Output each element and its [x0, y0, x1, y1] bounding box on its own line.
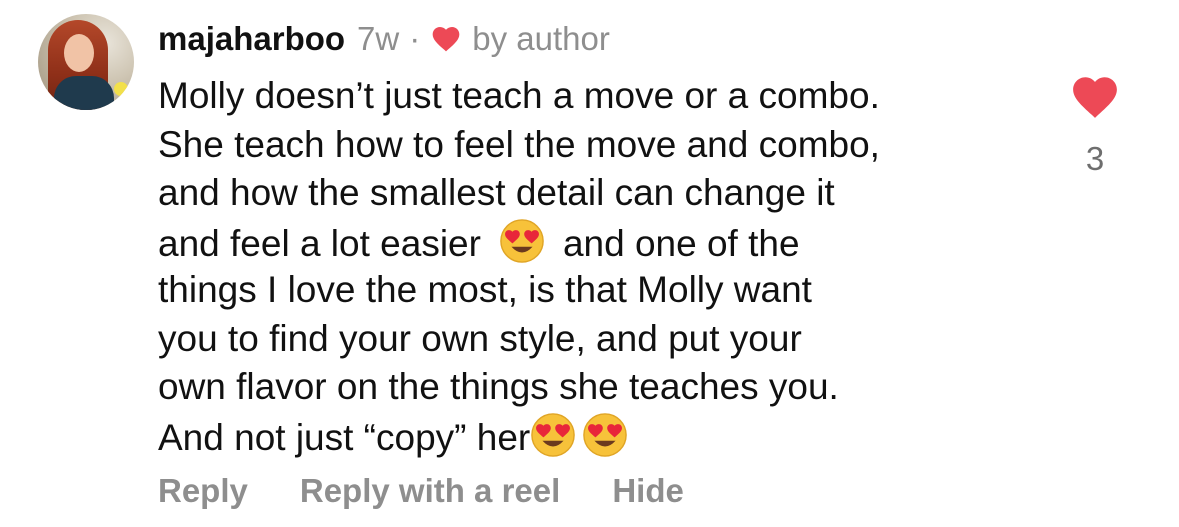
hide-button[interactable]: Hide	[612, 472, 684, 510]
heart-eyes-emoji-icon	[531, 412, 576, 457]
comment-line: things I love the most, is that Molly wa…	[158, 269, 812, 310]
like-heart-icon[interactable]	[1070, 74, 1120, 120]
red-heart-icon	[432, 27, 460, 52]
comment-line: And not just “copy” her	[158, 412, 1038, 461]
comment-line-segment: And not just “copy” her	[158, 416, 531, 458]
comment: majaharboo 7w · by author Molly doesn’t …	[0, 0, 1179, 527]
comment-line: own flavor on the things she teaches you…	[158, 366, 839, 407]
username[interactable]: majaharboo	[158, 20, 345, 58]
comment-text: Molly doesn’t just teach a move or a com…	[158, 72, 1038, 460]
comment-line: and how the smallest detail can change i…	[158, 172, 835, 213]
avatar-shirt	[54, 76, 114, 110]
avatar-flower	[114, 82, 128, 96]
like-count: 3	[1085, 140, 1105, 177]
comment-line-segment: and feel a lot easier	[158, 222, 481, 264]
avatar-face	[64, 34, 94, 72]
timestamp: 7w	[357, 20, 400, 57]
comment-header: majaharboo 7w · by author	[158, 16, 610, 62]
comment-line: and feel a lot easier and one of the	[158, 218, 1038, 267]
comment-line-segment: and one of the	[562, 222, 800, 264]
heart-eyes-emoji-icon	[583, 412, 628, 457]
liked-by-author-label: by author	[472, 20, 610, 57]
separator-dot: ·	[409, 20, 421, 57]
comment-line: Molly doesn’t just teach a move or a com…	[158, 75, 880, 116]
avatar[interactable]	[38, 14, 134, 110]
comment-line: She teach how to feel the move and combo…	[158, 123, 880, 165]
comment-actions: Reply Reply with a reel Hide	[158, 472, 684, 510]
heart-eyes-emoji-icon	[500, 218, 544, 263]
reply-with-reel-button[interactable]: Reply with a reel	[300, 472, 560, 510]
reply-button[interactable]: Reply	[158, 472, 248, 510]
comment-line: you to find your own style, and put your	[158, 317, 802, 359]
